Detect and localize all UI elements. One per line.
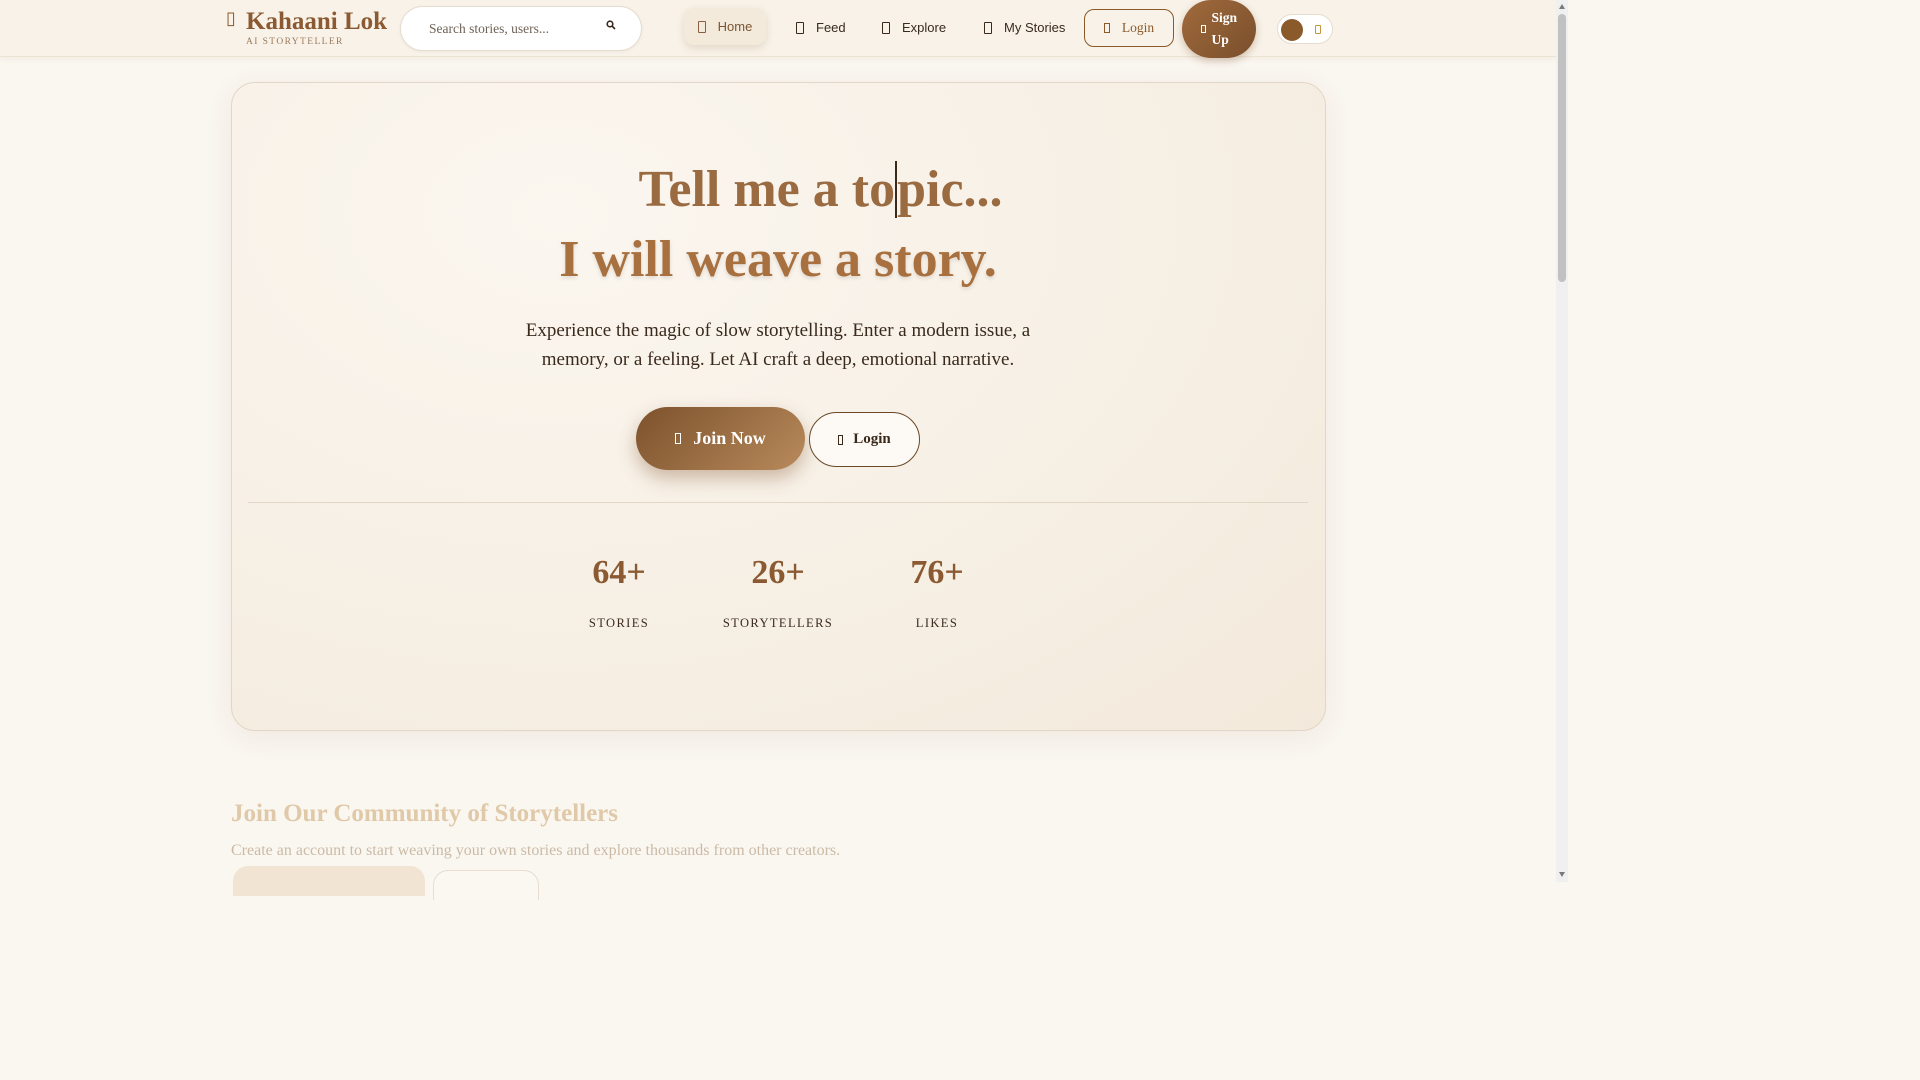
nav-explore-label: Explore — [902, 20, 947, 35]
login-icon — [838, 434, 844, 445]
scroll-up-arrow[interactable] — [1559, 4, 1565, 9]
nav-my-stories[interactable]: My Stories — [984, 9, 1065, 46]
login-button[interactable]: Login — [1084, 9, 1174, 47]
community-title: Join Our Community of Storytellers — [231, 800, 619, 827]
stat-label: STORYTELLERS — [722, 616, 834, 630]
community-primary-button[interactable] — [233, 866, 425, 896]
stat-label: STORIES — [588, 616, 650, 630]
user-plus-icon — [1200, 25, 1206, 33]
stat-value: 76+ — [910, 554, 964, 591]
hero-description: Experience the magic of slow storytellin… — [525, 320, 1031, 370]
brand-subtitle: AI STORYTELLER — [246, 37, 344, 47]
join-now-label: Join Now — [693, 428, 766, 448]
sun-icon — [1315, 25, 1321, 34]
book-icon — [984, 21, 992, 34]
signup-button-label: Sign Up — [1211, 10, 1238, 47]
divider — [248, 502, 1308, 503]
nav-home[interactable]: Home — [684, 8, 766, 45]
stat-label: LIKES — [915, 616, 959, 630]
feed-icon — [796, 21, 804, 34]
search-input[interactable] — [429, 19, 599, 39]
search-icon[interactable] — [606, 20, 616, 30]
nav-feed[interactable]: Feed — [796, 9, 846, 46]
signup-button[interactable]: Sign Up — [1182, 0, 1256, 58]
scrollbar-thumb[interactable] — [1558, 14, 1566, 282]
nav-home-label: Home — [717, 19, 753, 34]
community-description: Create an account to start weaving your … — [231, 842, 841, 859]
compass-icon — [882, 21, 890, 34]
nav-feed-label: Feed — [816, 20, 846, 35]
moon-icon — [1281, 19, 1303, 41]
stat-storytellers: 26+ STORYTELLERS — [708, 554, 848, 631]
login-button-label: Login — [1121, 20, 1155, 35]
hero-login-button[interactable]: Login — [809, 412, 920, 467]
brand-title[interactable]: Kahaani Lok — [246, 8, 387, 36]
hero-headline-typing: Tell me a topic... — [0, 160, 1556, 219]
hero-login-label: Login — [853, 431, 891, 447]
stat-likes: 76+ LIKES — [867, 554, 1007, 631]
hero-headline-part1: Tell me a to — [638, 161, 896, 218]
join-now-button[interactable]: Join Now — [636, 407, 805, 470]
community-secondary-button[interactable] — [433, 870, 539, 900]
stat-stories: 64+ STORIES — [549, 554, 689, 631]
stat-value: 64+ — [592, 554, 646, 591]
login-icon — [1103, 23, 1110, 33]
home-icon — [697, 20, 706, 33]
hero-headline-part2: pic... — [897, 161, 1003, 218]
scroll-down-arrow[interactable] — [1559, 872, 1565, 877]
nav-explore[interactable]: Explore — [882, 9, 946, 46]
nav-my-stories-label: My Stories — [1004, 20, 1066, 35]
theme-toggle[interactable] — [1277, 14, 1333, 44]
user-plus-icon — [675, 433, 682, 444]
hero-headline: I will weave a story. — [559, 231, 997, 288]
feather-icon: ▯ — [226, 8, 236, 29]
stat-value: 26+ — [751, 554, 805, 591]
